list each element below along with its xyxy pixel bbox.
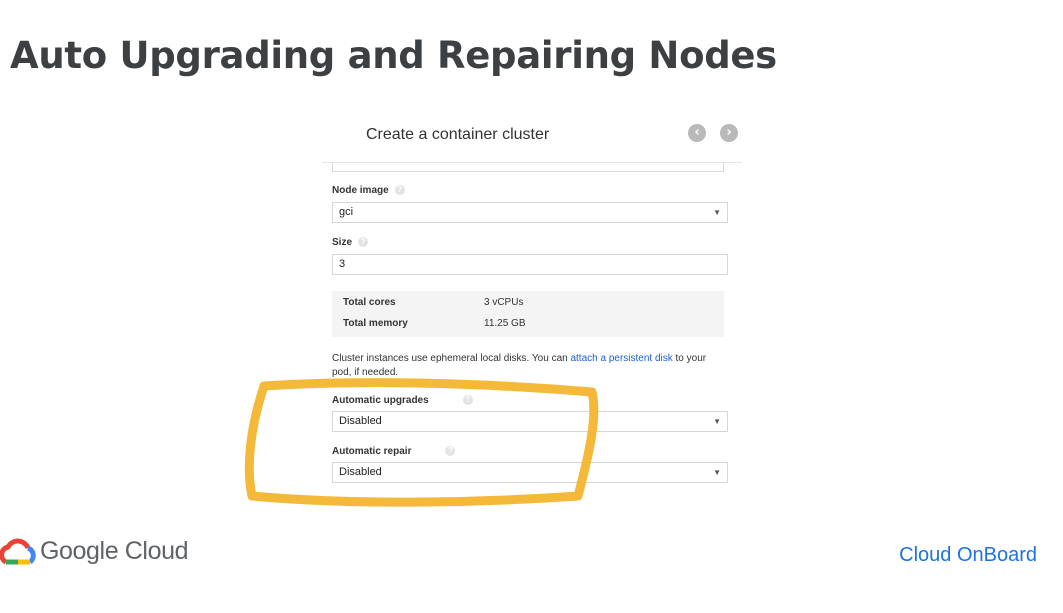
node-image-label: Node image? [332,185,405,196]
dropdown-arrow-icon: ▼ [713,417,721,426]
brand-name: Google Cloud [40,537,189,565]
auto-upgrades-label: Automatic upgrades? [332,395,473,406]
google-cloud-logo-icon [0,538,36,565]
dropdown-arrow-icon: ▼ [713,468,721,477]
help-icon[interactable]: ? [358,237,369,248]
node-image-select[interactable]: gci ▼ [332,202,728,223]
google-cloud-logo: Google Cloud [0,532,220,572]
help-icon[interactable]: ? [462,395,473,406]
auto-upgrades-select[interactable]: Disabled ▼ [332,411,728,432]
attach-persistent-disk-link[interactable]: attach a persistent disk [570,353,672,364]
ephemeral-disk-note: Cluster instances use ephemeral local di… [332,353,707,378]
previous-field-edge [332,162,724,172]
dropdown-arrow-icon: ▼ [713,208,721,217]
slide-title: Auto Upgrading and Repairing Nodes [10,34,777,77]
cluster-dialog: Create a container cluster ‹ › Node imag… [322,108,742,488]
dialog-header: Create a container cluster ‹ › [322,108,742,163]
cloud-onboard-label: Cloud OnBoard [899,544,1037,566]
help-icon[interactable]: ? [394,185,405,196]
chevron-left-icon[interactable]: ‹ [688,124,706,142]
auto-repair-label: Automatic repair? [332,446,456,457]
size-input[interactable]: 3 [332,254,728,275]
auto-repair-select[interactable]: Disabled ▼ [332,462,728,483]
help-icon[interactable]: ? [445,446,456,457]
dialog-title: Create a container cluster [366,126,550,143]
chevron-right-icon[interactable]: › [720,124,738,142]
size-label: Size? [332,237,369,248]
resource-summary: Total cores 3 vCPUs Total memory 11.25 G… [332,291,724,337]
